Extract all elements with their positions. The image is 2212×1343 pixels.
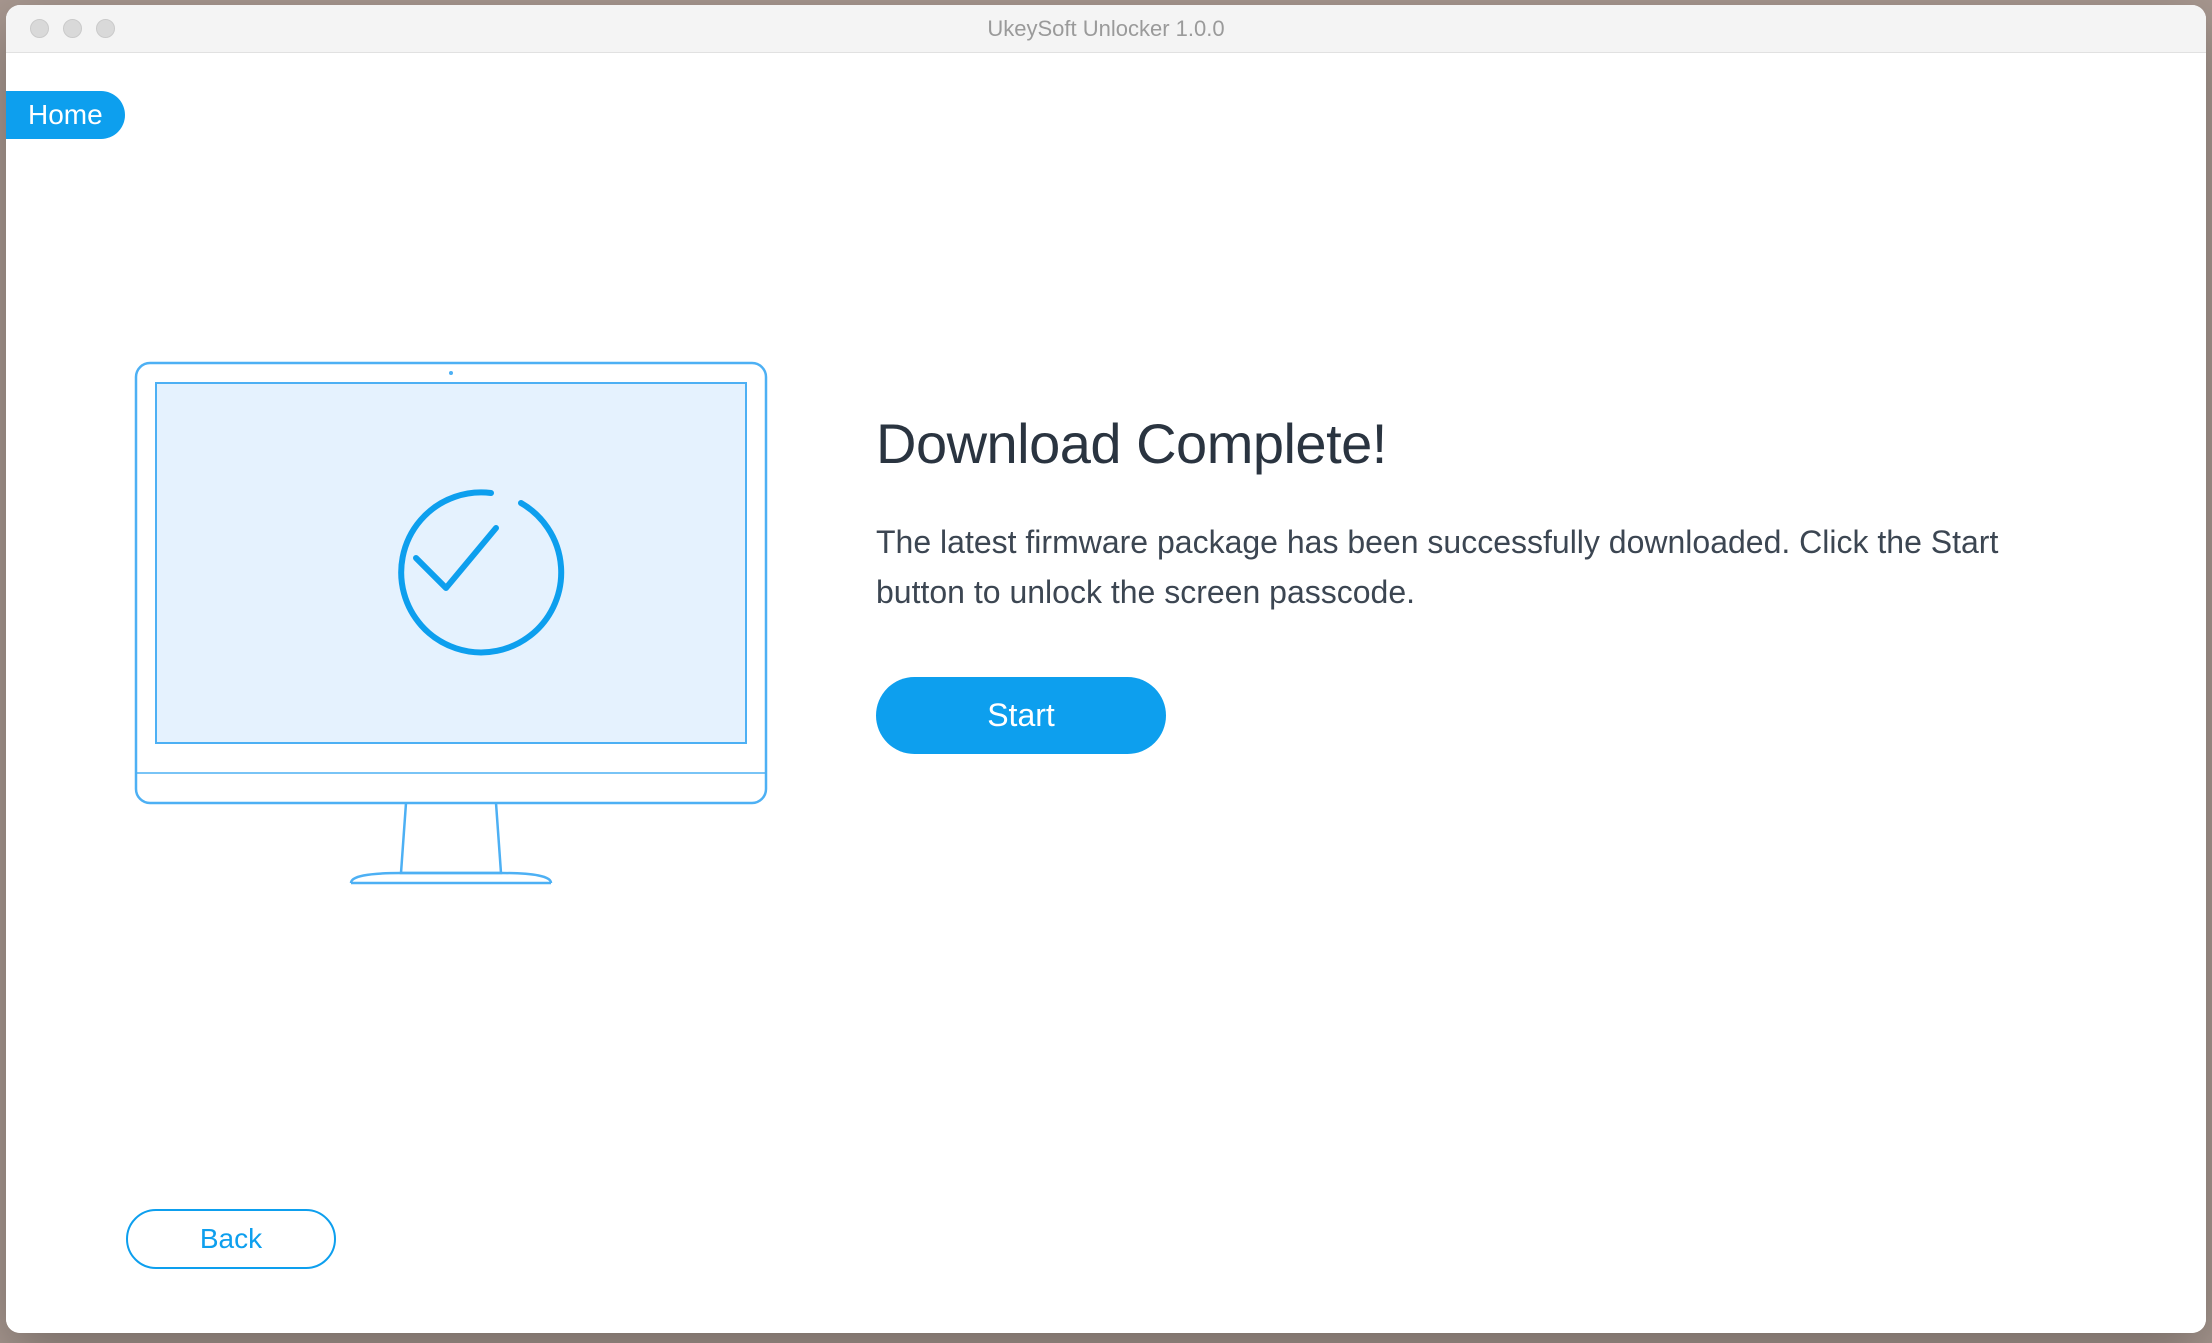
content-area: Home [6,53,2206,1333]
illustration-container [126,353,776,908]
titlebar: UkeySoft Unlocker 1.0.0 [6,5,2206,53]
main-content: Download Complete! The latest firmware p… [126,353,2086,908]
app-window: UkeySoft Unlocker 1.0.0 Home [6,5,2206,1333]
back-button[interactable]: Back [126,1209,336,1269]
close-window-button[interactable] [30,19,49,38]
maximize-window-button[interactable] [96,19,115,38]
window-title: UkeySoft Unlocker 1.0.0 [987,16,1224,42]
page-heading: Download Complete! [876,411,2086,476]
text-column: Download Complete! The latest firmware p… [876,353,2086,754]
home-button[interactable]: Home [6,91,125,139]
minimize-window-button[interactable] [63,19,82,38]
start-button[interactable]: Start [876,677,1166,754]
monitor-checkmark-illustration [126,353,776,903]
page-description: The latest firmware package has been suc… [876,518,2086,617]
window-controls [6,19,115,38]
